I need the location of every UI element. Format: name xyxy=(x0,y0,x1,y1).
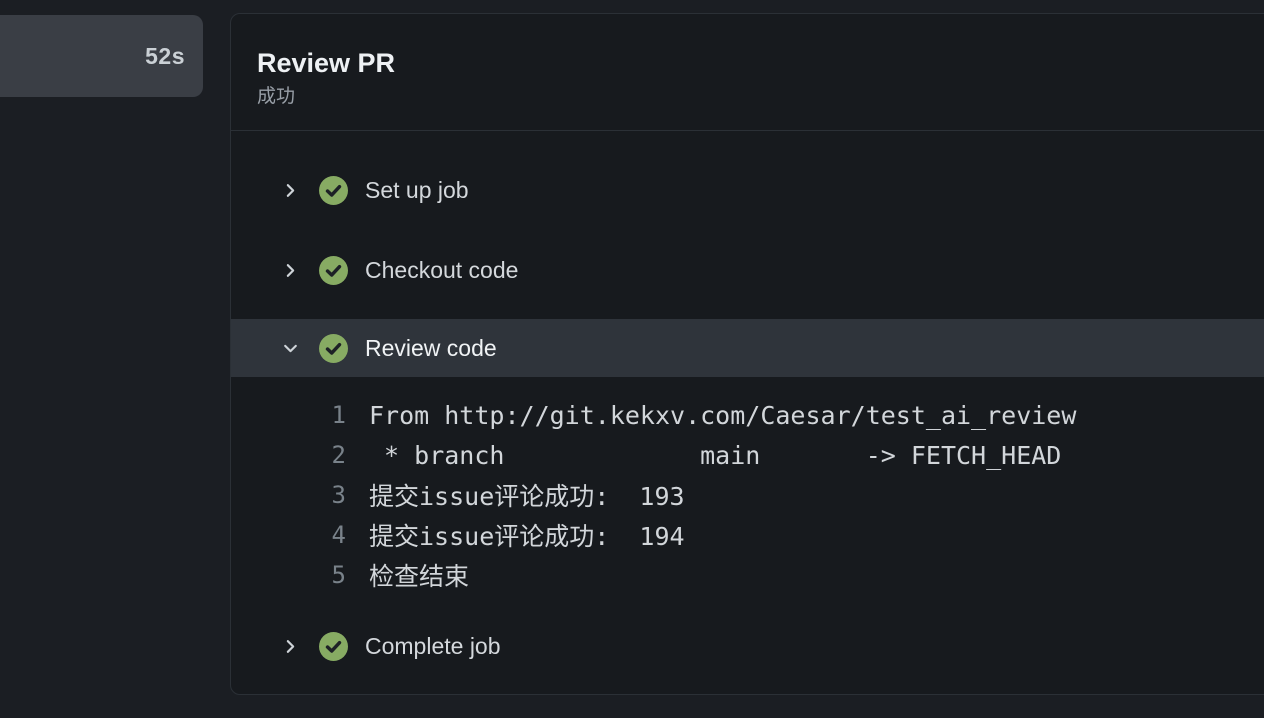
step-label: Review code xyxy=(365,335,497,362)
step-row-complete-job[interactable]: Complete job xyxy=(231,617,1264,675)
job-log-panel: Review PR 成功 Set up job Checkout code xyxy=(230,13,1264,695)
actions-run-page: 52s Review PR 成功 Set up job Checkout cod… xyxy=(0,0,1264,718)
log-line: 3 提交issue评论成功: 193 xyxy=(231,475,1264,515)
chevron-down-icon xyxy=(282,340,299,357)
job-duration-badge: 52s xyxy=(145,43,185,70)
job-header: Review PR 成功 xyxy=(231,14,1264,131)
log-line-text: 提交issue评论成功: 194 xyxy=(369,517,685,553)
log-line-number[interactable]: 5 xyxy=(231,561,346,589)
sidebar-job-item-selected[interactable]: 52s xyxy=(0,15,203,97)
step-label: Set up job xyxy=(365,177,469,204)
step-label: Checkout code xyxy=(365,257,518,284)
log-lines: 1 From http://git.kekxv.com/Caesar/test_… xyxy=(231,395,1264,595)
log-line-text: From http://git.kekxv.com/Caesar/test_ai… xyxy=(369,401,1076,430)
jobs-sidebar: 52s xyxy=(0,0,230,718)
step-label: Complete job xyxy=(365,633,501,660)
success-check-icon xyxy=(319,632,348,661)
success-check-icon xyxy=(319,256,348,285)
step-row-review-code[interactable]: Review code xyxy=(231,319,1264,377)
chevron-right-icon xyxy=(282,638,299,655)
log-line-text: * branch main -> FETCH_HEAD xyxy=(369,441,1061,470)
job-title: Review PR xyxy=(257,47,1264,79)
job-status-text: 成功 xyxy=(257,86,1264,108)
step-row-set-up-job[interactable]: Set up job xyxy=(231,161,1264,219)
chevron-right-icon xyxy=(282,262,299,279)
log-line-text: 提交issue评论成功: 193 xyxy=(369,477,685,513)
log-line-text: 检查结束 xyxy=(369,557,469,593)
success-check-icon xyxy=(319,176,348,205)
log-line: 5 检查结束 xyxy=(231,555,1264,595)
log-line-number[interactable]: 4 xyxy=(231,521,346,549)
success-check-icon xyxy=(319,334,348,363)
log-line-number[interactable]: 3 xyxy=(231,481,346,509)
log-line: 1 From http://git.kekxv.com/Caesar/test_… xyxy=(231,395,1264,435)
log-line: 2 * branch main -> FETCH_HEAD xyxy=(231,435,1264,475)
chevron-right-icon xyxy=(282,182,299,199)
step-row-checkout-code[interactable]: Checkout code xyxy=(231,241,1264,299)
log-line: 4 提交issue评论成功: 194 xyxy=(231,515,1264,555)
log-line-number[interactable]: 2 xyxy=(231,441,346,469)
log-line-number[interactable]: 1 xyxy=(231,401,346,429)
